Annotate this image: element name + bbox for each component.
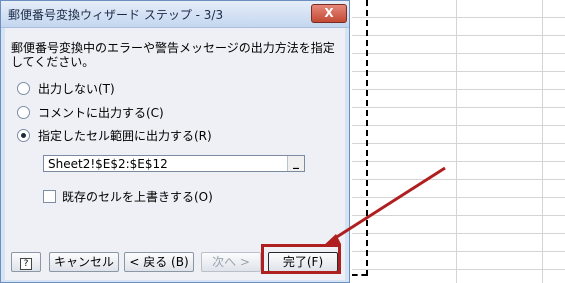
- option-label: コメントに出力する(C): [38, 106, 164, 120]
- grid-row-line: [352, 143, 565, 144]
- grid-row-line: [352, 125, 565, 126]
- grid-row-line: [352, 251, 565, 252]
- selection-marquee: [366, 0, 368, 276]
- grid-column-line: [542, 0, 543, 283]
- selection-marquee: [352, 274, 367, 276]
- grid-row-line: [352, 89, 565, 90]
- overwrite-option[interactable]: 既存のセルを上書きする(O): [43, 188, 213, 205]
- instruction-text: 郵便番号変換中のエラーや警告メッセージの出力方法を指定してください。: [11, 41, 335, 69]
- title-bar[interactable]: 郵便番号変換ウィザード ステップ - 3/3 X: [1, 1, 349, 28]
- help-icon: ?: [20, 258, 32, 270]
- grid-row-line: [352, 53, 565, 54]
- grid-row-line: [352, 35, 565, 36]
- grid-row-line: [352, 17, 565, 18]
- radio-icon[interactable]: [17, 82, 30, 95]
- cancel-button[interactable]: キャンセル: [49, 252, 119, 272]
- option-label: 指定したセル範囲に出力する(R): [38, 129, 212, 143]
- window-title: 郵便番号変換ウィザード ステップ - 3/3: [8, 8, 224, 22]
- grid-row-line: [352, 233, 565, 234]
- help-button[interactable]: ?: [11, 252, 41, 272]
- collapse-dialog-button[interactable]: _: [287, 156, 304, 171]
- option-range-output[interactable]: 指定したセル範囲に出力する(R): [17, 127, 212, 144]
- back-button[interactable]: < 戻る (B): [124, 252, 194, 272]
- spreadsheet-grid: [352, 0, 565, 283]
- grid-row-line: [352, 197, 565, 198]
- option-no-output[interactable]: 出力しない(T): [17, 80, 115, 97]
- grid-column-line: [456, 0, 457, 283]
- option-label: 出力しない(T): [38, 82, 115, 96]
- next-button[interactable]: 次へ >: [201, 252, 261, 272]
- grid-row-line: [352, 269, 565, 270]
- grid-row-line: [352, 71, 565, 72]
- grid-row-line: [352, 179, 565, 180]
- grid-row-line: [352, 161, 565, 162]
- dialog-body: 郵便番号変換中のエラーや警告メッセージの出力方法を指定してください。 出力しない…: [5, 28, 345, 280]
- range-value: Sheet2!$E$2:$E$12: [48, 157, 168, 171]
- radio-icon[interactable]: [17, 106, 30, 119]
- option-comment-output[interactable]: コメントに出力する(C): [17, 104, 164, 121]
- radio-selected-icon[interactable]: [17, 129, 30, 142]
- checkbox-icon[interactable]: [43, 190, 56, 203]
- range-input[interactable]: Sheet2!$E$2:$E$12 _: [43, 155, 305, 172]
- grid-row-line: [352, 215, 565, 216]
- grid-row-line: [352, 107, 565, 108]
- wizard-dialog: 郵便番号変換ウィザード ステップ - 3/3 X 郵便番号変換中のエラーや警告メ…: [0, 0, 350, 283]
- finish-highlight-box: [261, 244, 341, 274]
- overwrite-label: 既存のセルを上書きする(O): [62, 190, 213, 204]
- close-button[interactable]: X: [311, 4, 347, 23]
